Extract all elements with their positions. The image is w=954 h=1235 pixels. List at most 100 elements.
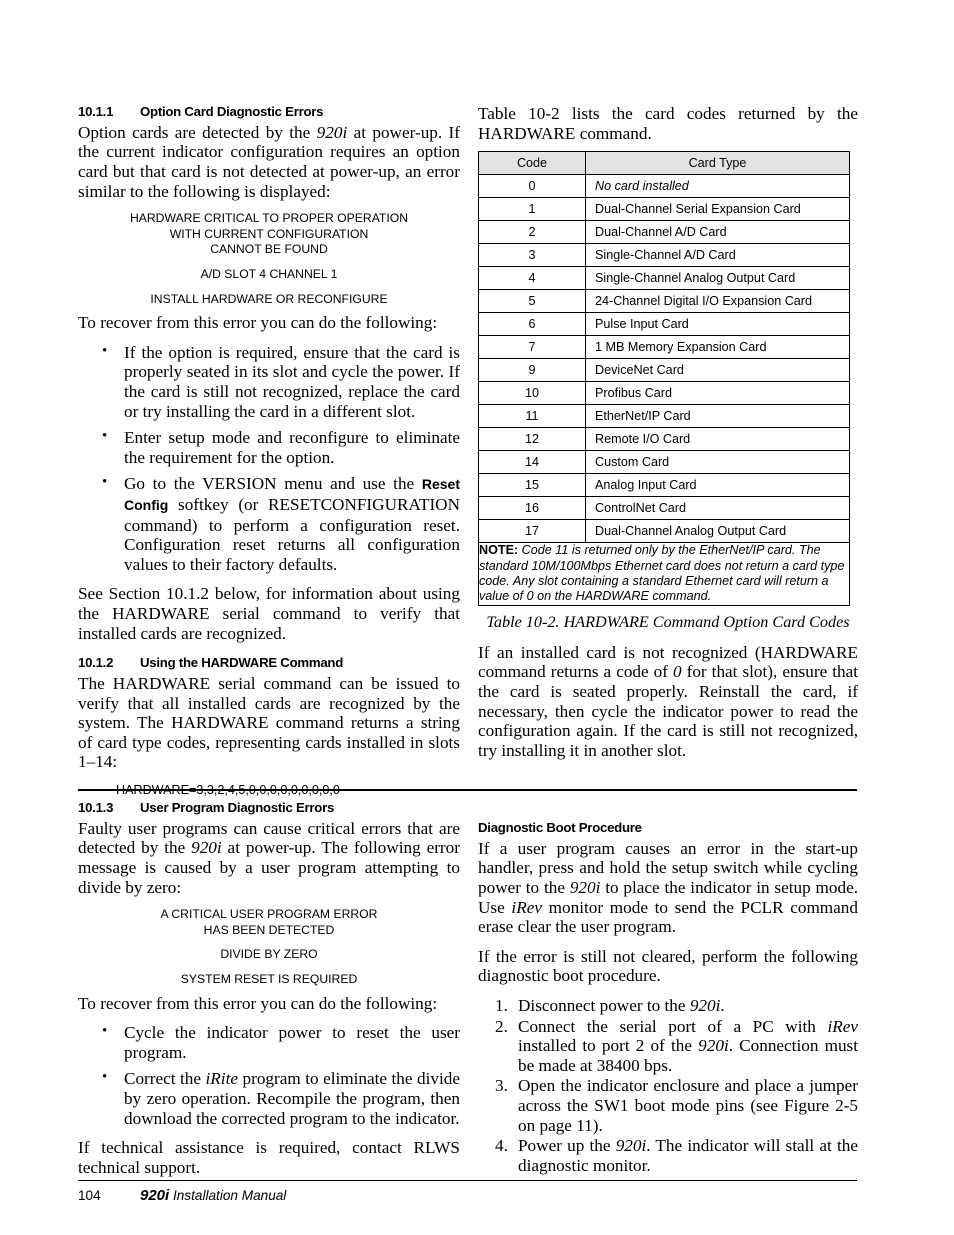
table-footer: NOTE: Code 11 is returned only by the Et… [478,542,850,606]
list-item: If the option is required, ensure that t… [78,342,460,421]
cell-code: 5 [478,289,586,314]
product-name-irev: iRev [511,897,542,917]
table-row: 16 ControlNet Card [478,496,850,521]
error-line: HARDWARE CRITICAL TO PROPER OPERATION [129,211,409,226]
footer-title-rest: Installation Manual [169,1188,287,1203]
cell-code: 16 [478,496,586,521]
table-row: 11 EtherNet/IP Card [478,404,850,429]
column-header-code: Code [478,151,586,176]
bullet3-text-a: Go to the VERSION menu and use the [124,474,422,494]
bullet3-text-b: softkey (or RESETCONFIGURATION command) … [124,494,460,574]
cell-code: 2 [478,220,586,245]
table-header: Code Card Type [478,151,850,176]
cell-card-type: Single-Channel Analog Output Card [585,266,850,291]
product-name-irev: iRev [827,1016,858,1036]
table-row: 10 Profibus Card [478,381,850,406]
cell-card-type: Pulse Input Card [585,312,850,337]
cell-code: 9 [478,358,586,383]
heading-diagnostic-boot-procedure: Diagnostic Boot Procedure [478,820,642,835]
cell-code: 14 [478,450,586,475]
paragraph-boot-intro: If a user program causes an error in the… [478,839,858,937]
paragraph-table-intro: Table 10-2 lists the card codes returned… [478,104,858,143]
error-message-display-2: A CRITICAL USER PROGRAM ERROR HAS BEEN D… [78,907,460,987]
table-row: 14 Custom Card [478,450,850,475]
recovery-bullet-list-2: Cycle the indicator power to reset the u… [78,1022,460,1128]
cell-card-type: Remote I/O Card [585,427,850,452]
product-name-920i: 920i [316,122,348,142]
step1-a: Disconnect power to the [518,996,690,1015]
paragraph-hardware-command: The HARDWARE serial command can be issue… [78,673,460,772]
table-row: 4 Single-Channel Analog Output Card [478,266,850,291]
list-item: Power up the 920i. The indicator will st… [478,1136,858,1175]
heading-10-1-3-title: User Program Diagnostic Errors [140,800,335,815]
note-text: Code 11 is returned only by the EtherNet… [479,543,845,604]
table-row: 1 Dual-Channel Serial Expansion Card [478,197,850,222]
cell-card-type: Dual-Channel Analog Output Card [585,519,850,544]
paragraph-user-program-intro: Faulty user programs can cause critical … [78,819,460,897]
error-line: A CRITICAL USER PROGRAM ERROR [160,907,378,922]
error-line: WITH CURRENT CONFIGURATION [169,226,369,241]
list-item: Disconnect power to the 920i. [478,996,858,1016]
cell-card-type: Dual-Channel A/D Card [585,220,850,245]
list-item: Open the indicator enclosure and place a… [495,1076,858,1135]
table-row: 71 MB Memory Expansion Card [478,335,850,360]
step2-a: Connect the serial port of a PC with [518,1016,828,1036]
list-item: Connect the serial port of a PC with iRe… [478,1017,858,1076]
cell-code: 10 [478,381,586,406]
step4-a: Power up the [518,1136,616,1156]
cell-code: 0 [478,174,586,199]
table-row: 17 Dual-Channel Analog Output Card [478,519,850,544]
note-label: NOTE: [479,543,519,558]
paragraph-technical-support: If technical assistance is required, con… [78,1138,460,1177]
step2-b: installed to port 2 of the [518,1036,699,1056]
paragraph-recover-lead-1: To recover from this error you can do th… [78,313,438,333]
table-row: 12 Remote I/O Card [478,427,850,452]
cell-card-type: Custom Card [585,450,850,475]
paragraph-after-table: If an installed card is not recognized (… [478,643,858,761]
table-row: 15 Analog Input Card [478,473,850,498]
table-row: 2 Dual-Channel A/D Card [478,220,850,245]
heading-10-1-3: 10.1.3 User Program Diagnostic Errors [78,800,460,816]
cell-card-type: EtherNet/IP Card [585,404,850,429]
list-item: Cycle the indicator power to reset the u… [78,1022,460,1062]
footer-page-number: 104 [78,1188,101,1203]
product-name-920i: 920i [698,1036,729,1056]
table-body: 0 No card installed 1 Dual-Channel Serial E… [478,174,850,544]
paragraph-see-section: See Section 10.1.2 below, for informatio… [78,584,460,643]
table-caption: Table 10-2. HARDWARE Command Option Card… [486,612,850,631]
cell-card-type: Analog Input Card [585,473,850,498]
cell-code: 3 [478,243,586,268]
error-line: INSTALL HARDWARE OR RECONFIGURE [150,291,388,306]
table-row: 9 DeviceNet Card [478,358,850,383]
table-row: 0 No card installed [478,174,850,199]
document-page: 10.1.1 Option Card Diagnostic Errors Opti… [0,0,954,1235]
cell-card-type: 24-Channel Digital I/O Expansion Card [585,289,850,314]
cell-card-type: Single-Channel A/D Card [585,243,850,268]
footer-manual-title: 920i Installation Manual [140,1187,287,1204]
table-header-row: Code Card Type [478,151,850,176]
product-name-920i: 920i [689,996,721,1015]
product-name-920i: 920i [615,1136,647,1156]
heading-10-1-2-title: Using the HARDWARE Command [140,655,344,671]
cell-card-type: DeviceNet Card [585,358,850,383]
cell-code: 12 [478,427,586,452]
table-note-cell: NOTE: Code 11 is returned only by the Et… [478,542,850,606]
error-line: DIVIDE BY ZERO [220,947,318,962]
cell-code: 15 [478,473,586,498]
footer-divider-rule [78,1180,857,1182]
recovery-bullet-list-1: If the option is required, ensure that t… [78,342,460,575]
intro-text-a: Option cards are detected by the [78,122,317,142]
list-item: Go to the VERSION menu and use the Reset… [78,473,460,574]
table-row: 3 Single-Channel A/D Card [478,243,850,268]
table-row: 5 24-Channel Digital I/O Expansion Card [478,289,850,314]
cell-code: 17 [478,519,586,544]
cell-code: 4 [478,266,586,291]
error-message-display-1: HARDWARE CRITICAL TO PROPER OPERATION WI… [78,211,460,307]
heading-10-1-1: 10.1.1 Option Card Diagnostic Errors [78,104,460,120]
list-item: Enter setup mode and reconfigure to elim… [78,427,460,467]
error-line: SYSTEM RESET IS REQUIRED [180,972,358,986]
